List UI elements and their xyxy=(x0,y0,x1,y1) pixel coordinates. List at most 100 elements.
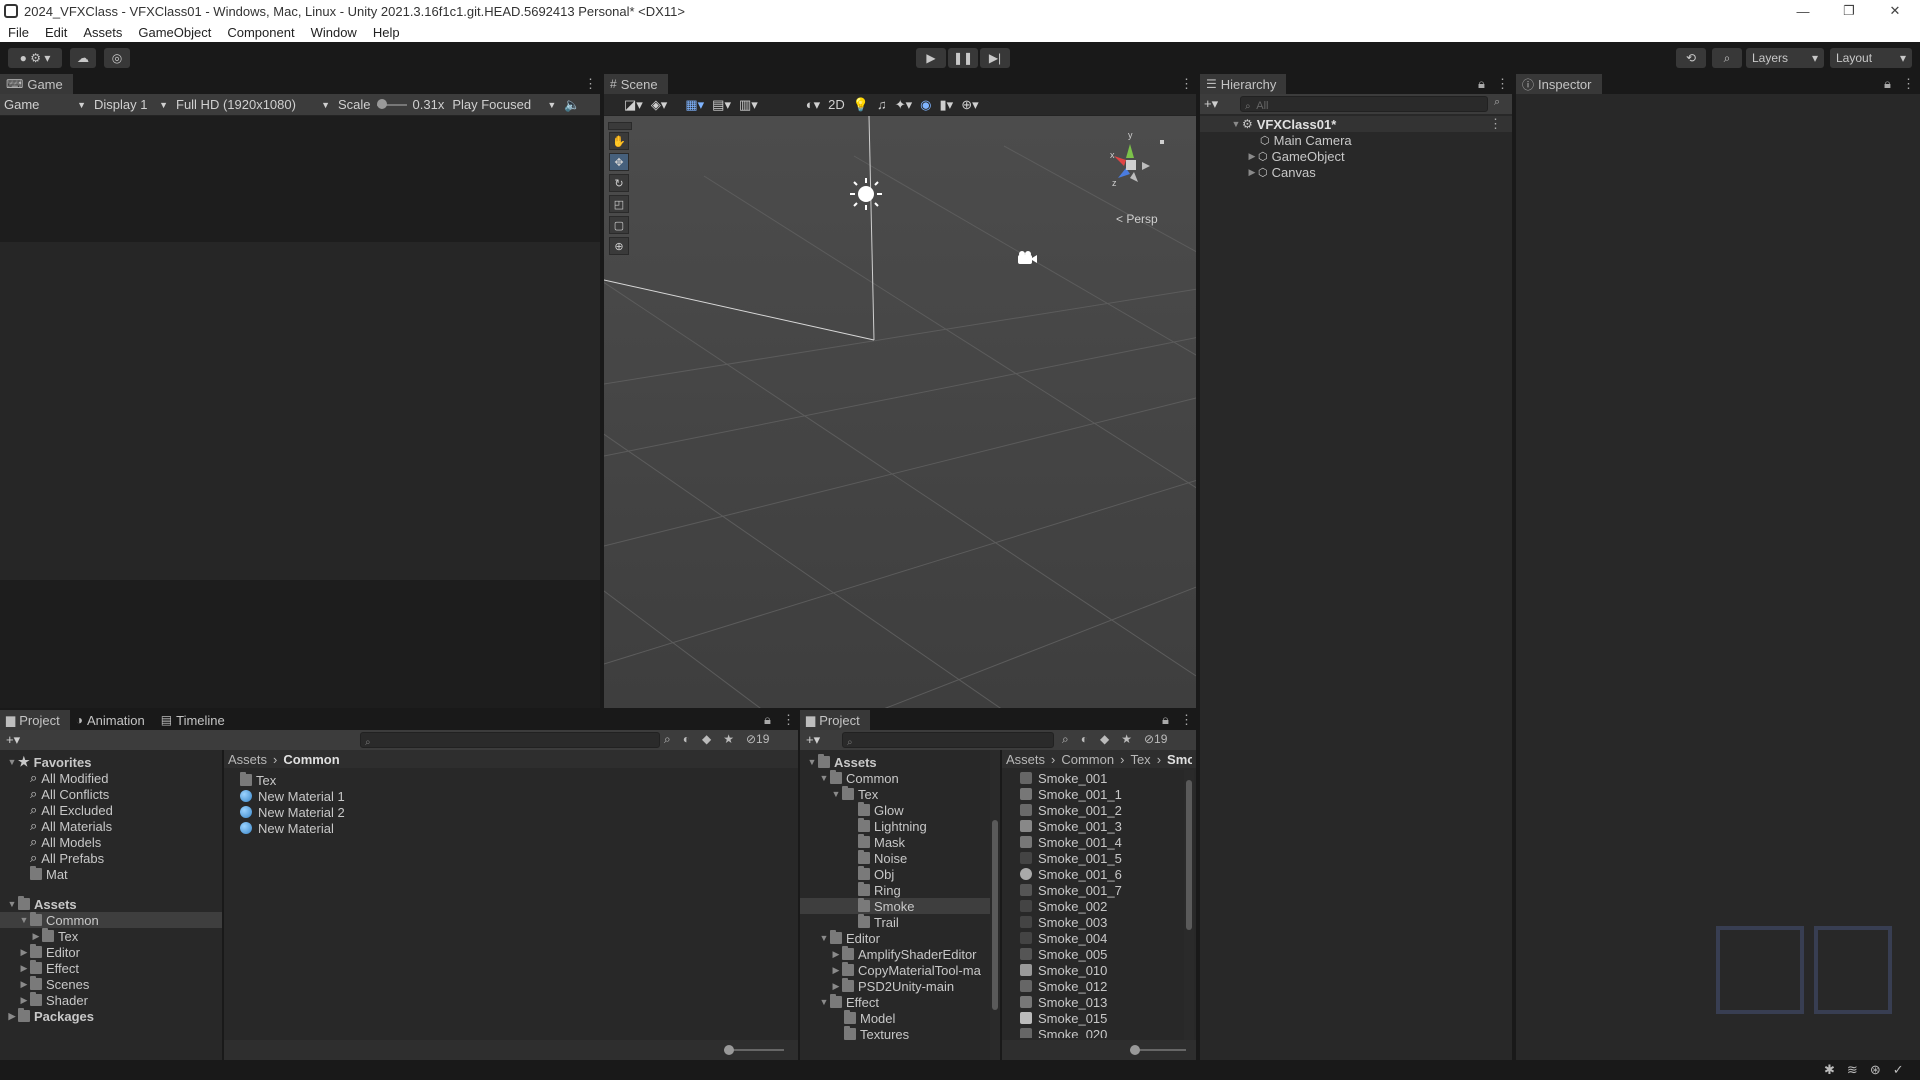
file-item[interactable]: Smoke_020 xyxy=(1020,1026,1107,1038)
resolution-dropdown[interactable]: Full HD (1920x1080) ▼ xyxy=(172,94,334,116)
expand-arrow-icon[interactable]: ▶ xyxy=(18,979,30,990)
folder-item-editor[interactable]: ▼ Editor xyxy=(818,930,880,946)
tree-scrollbar[interactable] xyxy=(990,750,1000,1060)
expand-arrow-icon[interactable]: ▼ xyxy=(6,757,18,767)
breadcrumb-item-current[interactable]: Smol xyxy=(1167,752,1192,767)
favorite-item[interactable]: ⌕ All Excluded xyxy=(30,802,113,818)
favorite-item[interactable]: Mat xyxy=(30,866,68,882)
favorite-item[interactable]: ⌕ All Conflicts xyxy=(30,786,109,802)
network-icon[interactable]: ⊛ xyxy=(1870,1062,1881,1078)
audio-toggle[interactable]: ♫ xyxy=(873,94,891,116)
folder-item-common[interactable]: ▼ Common xyxy=(0,912,222,928)
folder-item[interactable]: Ring xyxy=(858,882,901,898)
folder-item-common[interactable]: ▼ Common xyxy=(818,770,899,786)
tool-palette-handle[interactable] xyxy=(608,122,632,130)
file-item[interactable]: Smoke_001_2 xyxy=(1020,802,1122,818)
create-button[interactable]: +▾ xyxy=(6,732,20,748)
shading-dropdown[interactable]: ◈▾ xyxy=(647,94,672,116)
file-list-scrollbar[interactable] xyxy=(1184,770,1194,1040)
search-options-icon[interactable]: ⌕ xyxy=(1494,96,1500,109)
scrollbar-thumb[interactable] xyxy=(992,820,998,1010)
expand-arrow-icon[interactable]: ▶ xyxy=(1246,151,1258,162)
favorite-item[interactable]: ⌕ All Materials xyxy=(30,818,112,834)
tab-project-2[interactable]: ▆ Project xyxy=(800,710,870,730)
menu-assets[interactable]: Assets xyxy=(75,25,130,40)
rect-tool-button[interactable]: ▢ xyxy=(609,216,629,234)
folder-item-shader[interactable]: ▶ Shader xyxy=(18,992,88,1008)
expand-arrow-icon[interactable]: ▶ xyxy=(830,965,842,976)
hidden-packages-toggle[interactable]: ⊘19 xyxy=(746,732,769,747)
file-item[interactable]: Smoke_001 xyxy=(1020,770,1107,786)
grid-toggle[interactable]: ▦▾ xyxy=(681,94,708,116)
scrollbar-thumb[interactable] xyxy=(1186,780,1192,930)
tab-timeline[interactable]: ▤ Timeline xyxy=(155,710,235,730)
play-button[interactable]: ▶ xyxy=(916,48,946,68)
display-dropdown[interactable]: Display 1 ▼ xyxy=(90,94,172,116)
file-item[interactable]: New Material 2 xyxy=(240,804,345,820)
search-button[interactable]: ⌕ xyxy=(1712,48,1742,68)
tab-animation[interactable]: ◑ Animation xyxy=(70,710,155,730)
tab-inspector[interactable]: ⓘ Inspector xyxy=(1516,74,1602,94)
breadcrumb-item[interactable]: Assets xyxy=(228,752,267,767)
file-item[interactable]: Smoke_005 xyxy=(1020,946,1107,962)
menu-window[interactable]: Window xyxy=(303,25,365,40)
file-item[interactable]: Smoke_015 xyxy=(1020,1010,1107,1026)
transform-tool-button[interactable]: ⊕ xyxy=(609,237,629,255)
expand-arrow-icon[interactable]: ▼ xyxy=(818,997,830,1007)
snap-dropdown[interactable]: ▤▾ xyxy=(708,94,735,116)
tab-hierarchy[interactable]: ☰ Hierarchy xyxy=(1200,74,1287,94)
expand-arrow-icon[interactable]: ▼ xyxy=(830,789,842,799)
close-button[interactable]: ✕ xyxy=(1872,0,1918,22)
folder-item-effect[interactable]: ▼ Effect xyxy=(818,994,879,1010)
scale-slider-thumb[interactable] xyxy=(376,98,387,109)
expand-arrow-icon[interactable]: ▼ xyxy=(1230,119,1242,129)
icon-size-slider[interactable] xyxy=(724,1045,784,1055)
orientation-gizmo[interactable]: y x z xyxy=(1094,128,1174,198)
kebab-menu-icon[interactable]: ⋮ xyxy=(1180,76,1193,92)
folder-item-editor[interactable]: ▶ Editor xyxy=(18,944,80,960)
move-tool-button[interactable]: ✥ xyxy=(609,153,629,171)
folder-item-tex[interactable]: ▶ Tex xyxy=(30,928,78,944)
lock-icon[interactable]: 🔒︎ xyxy=(1884,76,1891,92)
gizmos-dropdown[interactable]: ⊕▾ xyxy=(957,94,982,116)
expand-arrow-icon[interactable]: ▼ xyxy=(818,933,830,943)
kebab-menu-icon[interactable]: ⋮ xyxy=(1496,76,1509,92)
label-filter-icon[interactable]: ◆ xyxy=(1100,732,1109,747)
project-search-input[interactable]: ⌕ xyxy=(360,732,660,748)
file-item[interactable]: New Material xyxy=(240,820,334,836)
favorites-header[interactable]: ▼ ★ Favorites xyxy=(6,754,92,770)
hierarchy-item[interactable]: ▶ ⬡ Canvas xyxy=(1246,164,1316,180)
folder-item[interactable]: Noise xyxy=(858,850,907,866)
file-item[interactable]: Smoke_010 xyxy=(1020,962,1107,978)
hand-tool-button[interactable]: ✋ xyxy=(609,132,629,150)
bug-icon[interactable]: ✱ xyxy=(1824,1062,1835,1078)
project-search-input[interactable]: ⌕ xyxy=(842,732,1054,748)
render-mode-dropdown[interactable]: ◐▾ xyxy=(802,94,824,116)
breadcrumb-item[interactable]: Tex xyxy=(1130,752,1150,767)
pane-divider[interactable] xyxy=(222,750,224,1060)
tab-scene[interactable]: # Scene xyxy=(604,74,668,94)
expand-arrow-icon[interactable]: ▶ xyxy=(830,949,842,960)
file-item[interactable]: Smoke_013 xyxy=(1020,994,1107,1010)
file-item[interactable]: Smoke_002 xyxy=(1020,898,1107,914)
folder-item-effect[interactable]: ▶ Effect xyxy=(18,960,79,976)
kebab-menu-icon[interactable]: ⋮ xyxy=(1489,116,1502,132)
hierarchy-scene-row[interactable]: ▼ ⚙ VFXClass01* ⋮ xyxy=(1200,116,1512,132)
projection-label[interactable]: < Persp xyxy=(1116,212,1158,226)
expand-arrow-icon[interactable]: ▶ xyxy=(6,1011,18,1022)
step-button[interactable]: ▶| xyxy=(980,48,1010,68)
breadcrumb-item[interactable]: Assets xyxy=(1006,752,1045,767)
folder-item[interactable]: Lightning xyxy=(858,818,927,834)
file-item[interactable]: Smoke_012 xyxy=(1020,978,1107,994)
history-button[interactable]: ⟲ xyxy=(1676,48,1706,68)
menu-gameobject[interactable]: GameObject xyxy=(130,25,219,40)
kebab-menu-icon[interactable]: ⋮ xyxy=(1902,76,1915,92)
layers-icon[interactable]: ≋ xyxy=(1847,1062,1858,1078)
hierarchy-search-input[interactable]: ⌕ All xyxy=(1240,96,1488,112)
breadcrumb-item[interactable]: Common xyxy=(1061,752,1114,767)
file-item[interactable]: Smoke_001_7 xyxy=(1020,882,1122,898)
folder-item-smoke[interactable]: Smoke xyxy=(800,898,990,914)
rotate-tool-button[interactable]: ↻ xyxy=(609,174,629,192)
kebab-menu-icon[interactable]: ⋮ xyxy=(782,712,795,728)
play-mode-dropdown[interactable]: Play Focused ▼ xyxy=(448,94,560,116)
